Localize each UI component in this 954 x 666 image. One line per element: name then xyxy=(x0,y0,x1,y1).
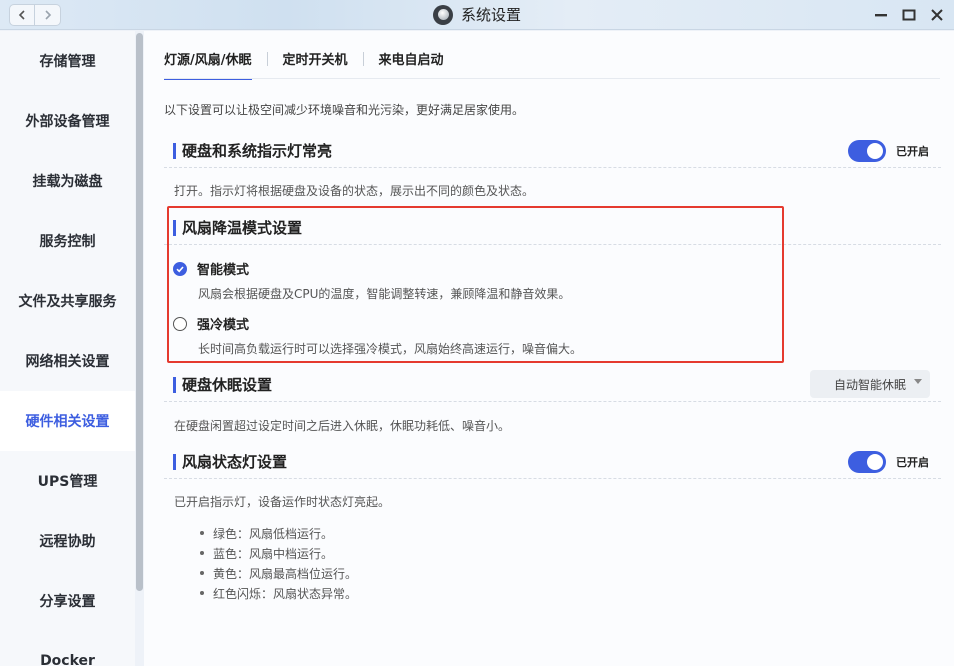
main-panel: 灯源/风扇/休眠 定时开关机 来电自启动 以下设置可以让极空间减少环境噪音和光污… xyxy=(144,31,954,666)
window-title: 系统设置 xyxy=(433,4,521,25)
tab-power-on-restore[interactable]: 来电自启动 xyxy=(379,49,444,80)
list-item: 黄色：风扇最高档位运行。 xyxy=(200,563,357,583)
cool-mode-desc: 长时间高负载运行时可以选择强冷模式，风扇始终高速运行，噪音偏大。 xyxy=(198,342,583,356)
list-item: 绿色：风扇低档运行。 xyxy=(200,523,357,543)
tab-bar: 灯源/风扇/休眠 定时开关机 来电自启动 xyxy=(164,49,444,80)
fan-mode-section-header: 风扇降温模式设置 xyxy=(164,211,941,245)
sidebar-item-remote-assist[interactable]: 远程协助 xyxy=(0,511,135,571)
sidebar-item-ups[interactable]: UPS管理 xyxy=(0,451,135,511)
sleep-section-desc: 在硬盘闲置超过设定时间之后进入休眠，休眠功耗低、噪音小。 xyxy=(174,419,511,433)
section-accent-bar xyxy=(173,219,176,236)
close-button[interactable] xyxy=(930,5,944,25)
chevron-left-icon xyxy=(18,10,25,20)
tab-divider xyxy=(266,51,268,66)
sidebar-item-external-devices[interactable]: 外部设备管理 xyxy=(0,91,135,151)
sidebar-item-storage[interactable]: 存储管理 xyxy=(0,31,135,91)
title-bar: 系统设置 xyxy=(0,0,954,30)
smart-mode-option[interactable]: 智能模式 xyxy=(173,259,249,278)
window-title-text: 系统设置 xyxy=(461,6,522,24)
sidebar-item-docker[interactable]: Docker xyxy=(0,631,135,666)
fan-led-color-list: 绿色：风扇低档运行。 蓝色：风扇中档运行。 黄色：风扇最高档位运行。 红色闪烁：… xyxy=(200,523,357,603)
close-icon xyxy=(931,9,943,21)
sleep-section-title: 硬盘休眠设置 xyxy=(182,376,273,394)
cool-mode-option[interactable]: 强冷模式 xyxy=(173,314,249,333)
section-accent-bar xyxy=(173,376,176,393)
sidebar-item-hardware[interactable]: 硬件相关设置 xyxy=(0,391,135,451)
chevron-right-icon xyxy=(44,10,51,20)
sleep-section-header: 硬盘休眠设置 自动智能休眠 xyxy=(164,368,941,402)
sleep-mode-select[interactable]: 自动智能休眠 xyxy=(810,370,930,398)
fan-led-section-desc: 已开启指示灯，设备运作时状态灯亮起。 xyxy=(174,495,391,509)
window-controls xyxy=(874,5,944,25)
sleep-mode-select-value: 自动智能休眠 xyxy=(834,377,907,392)
section-accent-bar xyxy=(173,142,176,159)
fan-led-toggle-switch[interactable] xyxy=(848,451,886,473)
minimize-button[interactable] xyxy=(874,5,888,25)
led-toggle-group: 已开启 xyxy=(848,140,929,162)
tab-light-fan-sleep[interactable]: 灯源/风扇/休眠 xyxy=(164,49,252,80)
sidebar-item-share-settings[interactable]: 分享设置 xyxy=(0,571,135,631)
list-item: 红色闪烁：风扇状态异常。 xyxy=(200,583,357,603)
forward-button[interactable] xyxy=(35,4,61,26)
cool-mode-label[interactable]: 强冷模式 xyxy=(197,314,249,333)
fan-led-toggle-group: 已开启 xyxy=(848,451,929,473)
smart-mode-desc: 风扇会根据硬盘及CPU的温度，智能调整转速，兼顾降温和静音效果。 xyxy=(198,287,571,301)
nav-buttons xyxy=(9,4,61,26)
maximize-icon xyxy=(902,9,916,21)
sidebar: 存储管理 外部设备管理 挂载为磁盘 服务控制 文件及共享服务 网络相关设置 硬件… xyxy=(0,31,135,666)
fan-led-section-header: 风扇状态灯设置 已开启 xyxy=(164,445,941,479)
led-toggle-switch[interactable] xyxy=(848,140,886,162)
intro-text: 以下设置可以让极空间减少环境噪音和光污染，更好满足居家使用。 xyxy=(164,103,525,117)
caret-down-icon xyxy=(914,379,922,384)
smart-mode-label[interactable]: 智能模式 xyxy=(197,259,249,278)
checkmark-icon xyxy=(176,265,184,272)
minimize-icon xyxy=(875,14,887,17)
sidebar-item-mount-disk[interactable]: 挂载为磁盘 xyxy=(0,151,135,211)
fan-led-section-title: 风扇状态灯设置 xyxy=(182,453,288,471)
settings-app-icon xyxy=(433,4,453,25)
led-section-header: 硬盘和系统指示灯常亮 已开启 xyxy=(164,134,941,168)
sidebar-scrollbar[interactable] xyxy=(136,33,143,591)
tabs-divider xyxy=(164,78,940,79)
cool-mode-radio[interactable] xyxy=(173,316,187,331)
sidebar-item-file-sharing[interactable]: 文件及共享服务 xyxy=(0,271,135,331)
maximize-button[interactable] xyxy=(902,5,916,25)
list-item: 蓝色：风扇中档运行。 xyxy=(200,543,357,563)
back-button[interactable] xyxy=(9,4,35,26)
led-section-title: 硬盘和系统指示灯常亮 xyxy=(182,142,333,160)
tab-divider xyxy=(362,51,364,66)
led-section-desc: 打开。指示灯将根据硬盘及设备的状态，展示出不同的颜色及状态。 xyxy=(174,184,535,198)
fan-mode-section-title: 风扇降温模式设置 xyxy=(182,219,303,237)
led-toggle-label: 已开启 xyxy=(896,145,929,158)
section-accent-bar xyxy=(173,453,176,470)
fan-led-toggle-label: 已开启 xyxy=(896,456,929,469)
sidebar-item-network[interactable]: 网络相关设置 xyxy=(0,331,135,391)
sidebar-item-service-control[interactable]: 服务控制 xyxy=(0,211,135,271)
tab-scheduled-power[interactable]: 定时开关机 xyxy=(283,49,348,80)
smart-mode-radio[interactable] xyxy=(173,261,187,276)
